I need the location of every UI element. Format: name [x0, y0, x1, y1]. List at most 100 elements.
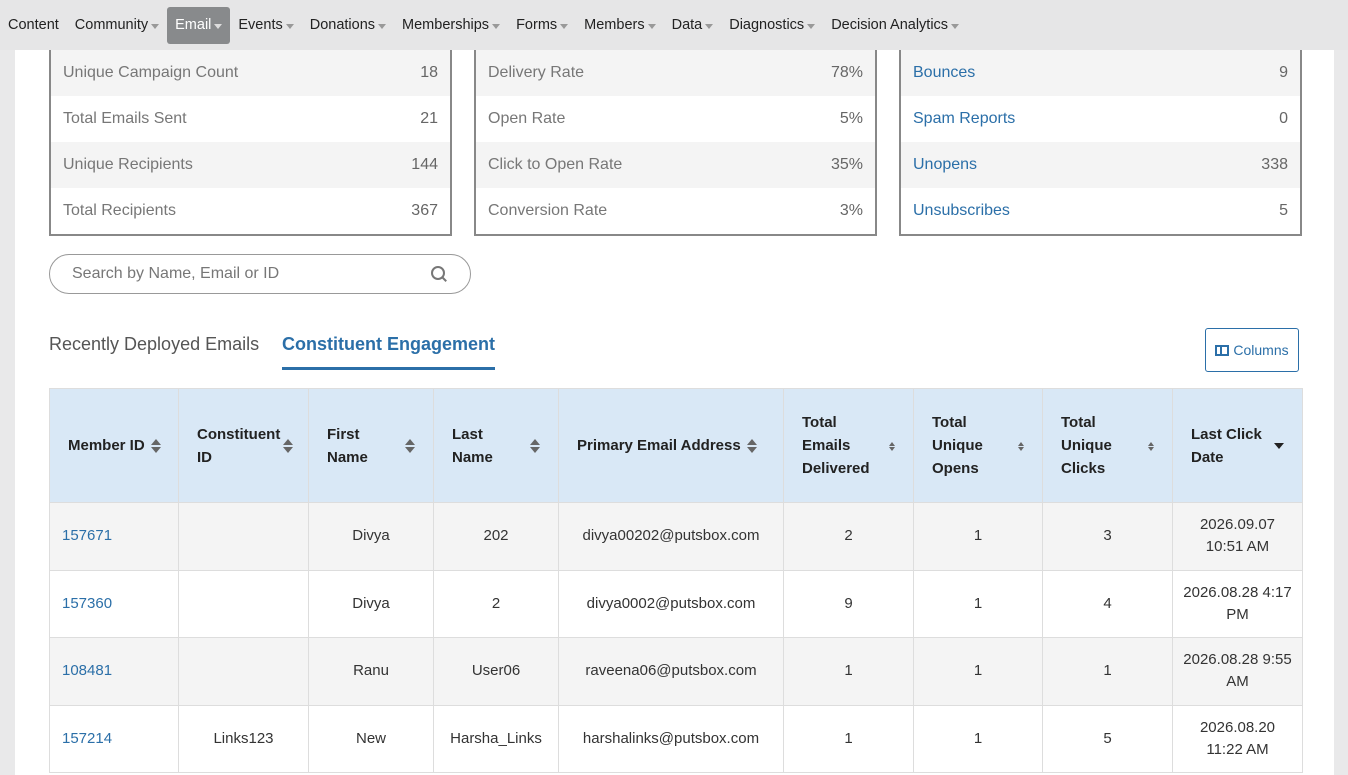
caret-down-icon — [647, 23, 656, 29]
nav-item-members[interactable]: Members — [576, 7, 663, 44]
nav-item-donations[interactable]: Donations — [302, 7, 394, 44]
columns-button[interactable]: Columns — [1205, 328, 1299, 372]
issues-stats-card: Bounces 9 Spam Reports 0 Unopens 338 Unsubscri… — [899, 50, 1302, 236]
sort-icon[interactable] — [746, 438, 757, 453]
stat-row-total-emails-sent: Total Emails Sent 21 — [51, 96, 450, 142]
stat-row-unopens[interactable]: Unopens 338 — [901, 142, 1300, 188]
nav-item-data[interactable]: Data — [664, 7, 722, 44]
tab-constituent-engagement[interactable]: Constituent Engagement — [282, 334, 496, 370]
sort-icon[interactable] — [1148, 439, 1154, 453]
nav-item-label: Community — [74, 17, 149, 33]
sort-icon[interactable] — [889, 439, 895, 453]
table-cell-first-name: New — [308, 704, 434, 773]
stat-row-spam-reports[interactable]: Spam Reports 0 — [901, 96, 1300, 142]
nav-item-events[interactable]: Events — [230, 7, 301, 44]
nav-item-content[interactable]: Content — [0, 7, 67, 44]
stat-label[interactable]: Bounces — [913, 64, 975, 82]
column-header-label: Total Emails Delivered — [802, 414, 870, 477]
main-content: Unique Campaign Count 18 Total Emails Sent… — [15, 50, 1334, 775]
nav-item-label: Donations — [309, 17, 376, 33]
table-cell-constituent-id — [178, 637, 309, 706]
table-cell-constituent-id: Links123 — [178, 704, 309, 773]
stat-label: Total Recipients — [63, 202, 176, 219]
search-input[interactable] — [72, 265, 430, 283]
member-id-link[interactable]: 157214 — [49, 704, 179, 773]
column-header-total-unique-opens[interactable]: Total Unique Opens — [913, 388, 1043, 503]
table-cell-last-name: User06 — [433, 637, 559, 706]
tab-recently-deployed-emails[interactable]: Recently Deployed Emails — [49, 334, 259, 367]
sort-icon[interactable] — [405, 438, 415, 453]
column-header-constituent-id[interactable]: Constituent ID — [178, 388, 309, 503]
sort-icon[interactable] — [530, 438, 540, 453]
nav-item-memberships[interactable]: Memberships — [394, 7, 508, 44]
table-row: 108481 Ranu User06 raveena06@putsbox.com 1 1 1… — [49, 637, 1303, 706]
stat-label: Conversion Rate — [488, 202, 608, 219]
columns-icon — [1215, 344, 1230, 356]
table-cell-constituent-id — [178, 569, 309, 638]
nav-item-diagnostics[interactable]: Diagnostics — [721, 7, 823, 44]
sort-icon[interactable] — [1018, 439, 1024, 453]
column-header-primary-email-address[interactable]: Primary Email Address — [558, 388, 784, 503]
search-box — [49, 254, 471, 294]
caret-down-icon — [951, 23, 960, 29]
table-cell-primary-email-address: divya00202@putsbox.com — [558, 502, 784, 571]
column-header-last-name[interactable]: Last Name — [433, 388, 559, 503]
nav-item-label: Content — [8, 17, 59, 33]
nav-item-label: Members — [584, 17, 645, 33]
stat-value: 338 — [1261, 156, 1288, 173]
stat-value: 78% — [830, 64, 863, 81]
column-header-total-unique-clicks[interactable]: Total Unique Clicks — [1042, 388, 1173, 503]
column-header-label: Primary Email Address — [577, 437, 741, 454]
member-id-link[interactable]: 108481 — [49, 637, 179, 706]
stat-row-unsubscribes[interactable]: Unsubscribes 5 — [901, 188, 1300, 234]
table-cell-total-emails-delivered: 2 — [783, 502, 914, 571]
column-header-label: Constituent ID — [197, 425, 281, 466]
stat-row-unique-recipients: Unique Recipients 144 — [51, 142, 450, 188]
column-header-total-emails-delivered[interactable]: Total Emails Delivered — [783, 388, 914, 503]
table-cell-last-click-date: 2026.09.07 10:51 AM — [1172, 502, 1303, 571]
stat-row-bounces[interactable]: Bounces 9 — [901, 50, 1300, 96]
table-cell-primary-email-address: harshalinks@putsbox.com — [558, 704, 784, 773]
table-cell-total-unique-clicks: 4 — [1042, 569, 1173, 638]
stat-row-conversion-rate: Conversion Rate 3% — [476, 188, 875, 234]
column-header-first-name[interactable]: First Name — [308, 388, 434, 503]
nav-item-label: Memberships — [402, 17, 490, 33]
stat-row-delivery-rate: Delivery Rate 78% — [476, 50, 875, 96]
column-header-member-id[interactable]: Member ID — [49, 388, 179, 503]
search-icon[interactable] — [430, 265, 448, 283]
table-cell-first-name: Divya — [308, 569, 434, 638]
nav-item-forms[interactable]: Forms — [508, 7, 576, 44]
table-cell-first-name: Divya — [308, 502, 434, 571]
column-header-last-click-date[interactable]: Last Click Date — [1172, 388, 1303, 503]
stat-value: 0 — [1279, 110, 1288, 127]
stat-value: 21 — [420, 110, 438, 127]
table-row: 157214 Links123 New Harsha_Links harshalinks… — [49, 704, 1303, 773]
stat-value: 3% — [839, 202, 863, 219]
column-header-label: Member ID — [68, 437, 145, 454]
sort-icon[interactable] — [150, 438, 161, 453]
member-id-link[interactable]: 157360 — [49, 569, 179, 638]
sort-icon[interactable] — [283, 438, 293, 453]
nav-item-email[interactable]: Email — [167, 6, 231, 44]
nav-item-label: Email — [175, 17, 212, 33]
stat-label[interactable]: Unopens — [913, 156, 977, 174]
member-id-link[interactable]: 157671 — [49, 502, 179, 571]
table-row: 157360 Divya 2 divya0002@putsbox.com 9 1 4 2026… — [49, 569, 1303, 638]
nav-item-community[interactable]: Community — [67, 7, 167, 44]
caret-down-icon — [214, 23, 223, 29]
nav-item-decision-analytics[interactable]: Decision Analytics — [823, 7, 967, 44]
engagement-table: Member ID Constituent ID First Name Last Na… — [49, 388, 1303, 773]
table-cell-total-unique-clicks: 3 — [1042, 502, 1173, 571]
table-cell-last-click-date: 2026.08.28 4:17 PM — [1172, 569, 1303, 638]
sort-desc-icon[interactable] — [1274, 439, 1284, 453]
table-cell-total-unique-opens: 1 — [913, 502, 1043, 571]
stat-label: Total Emails Sent — [63, 110, 187, 127]
nav-item-label: Decision Analytics — [831, 17, 949, 33]
caret-down-icon — [807, 23, 816, 29]
table-cell-total-unique-clicks: 1 — [1042, 637, 1173, 706]
stat-value: 144 — [411, 156, 438, 173]
stat-label[interactable]: Spam Reports — [913, 110, 1015, 128]
columns-button-label: Columns — [1233, 342, 1289, 358]
stat-label[interactable]: Unsubscribes — [913, 202, 1010, 220]
column-header-label: Last Click Date — [1191, 425, 1262, 466]
